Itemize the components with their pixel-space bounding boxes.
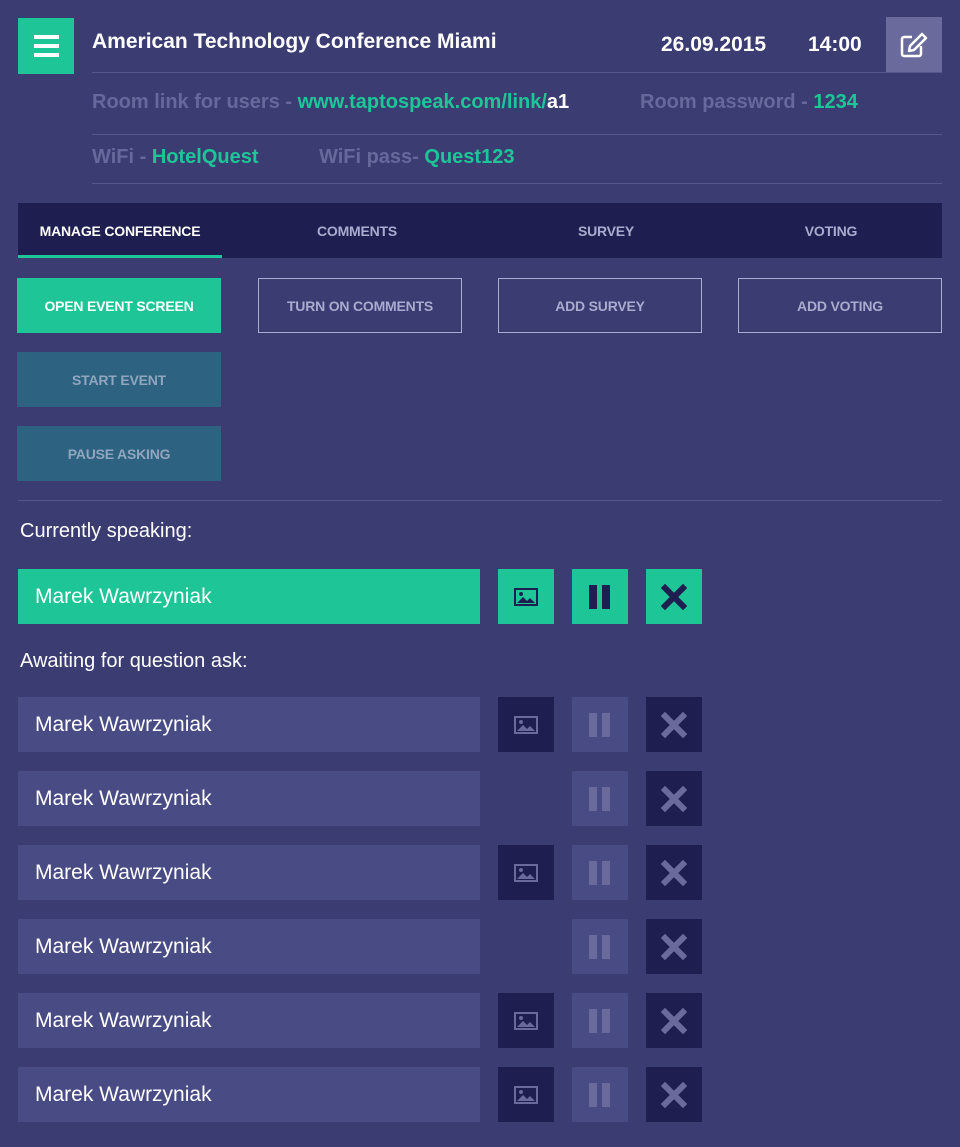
- divider: [92, 134, 942, 135]
- image-icon: [514, 1011, 538, 1030]
- currently-speaking-label: Currently speaking:: [20, 520, 193, 542]
- divider: [92, 183, 942, 184]
- close-icon: [661, 1007, 687, 1034]
- awaiting-image-button[interactable]: [498, 697, 554, 752]
- turn-on-comments-button[interactable]: TURN ON COMMENTS: [258, 278, 462, 333]
- add-voting-button[interactable]: ADD VOTING: [738, 278, 942, 333]
- current-image-button[interactable]: [498, 569, 554, 624]
- room-password-label: Room password -: [640, 91, 814, 113]
- conference-date: 26.09.2015: [661, 33, 767, 56]
- pencil-square-icon: [900, 32, 928, 58]
- room-info-row: Room link for users - www.taptospeak.com…: [92, 91, 569, 114]
- current-pause-button[interactable]: [572, 569, 628, 624]
- menu-button[interactable]: [18, 18, 74, 74]
- awaiting-remove-button[interactable]: [646, 919, 702, 974]
- wifi-pass-row: WiFi pass- Quest123: [319, 146, 514, 169]
- pause-icon: [589, 934, 610, 959]
- pause-icon: [589, 712, 610, 737]
- awaiting-speaker-name: Marek Wawrzyniak: [18, 771, 480, 826]
- awaiting-remove-button[interactable]: [646, 993, 702, 1048]
- divider: [92, 72, 942, 73]
- tab-voting[interactable]: VOTING: [720, 203, 942, 258]
- room-link-url[interactable]: www.taptospeak.com/link/: [298, 91, 547, 113]
- room-link-id: a1: [546, 91, 570, 113]
- awaiting-image-button[interactable]: [498, 993, 554, 1048]
- awaiting-speaker-name: Marek Wawrzyniak: [18, 697, 480, 752]
- awaiting-remove-button[interactable]: [646, 771, 702, 826]
- conference-title: American Technology Conference Miami: [92, 30, 497, 53]
- close-icon: [661, 711, 687, 738]
- image-icon: [514, 863, 538, 882]
- current-remove-button[interactable]: [646, 569, 702, 624]
- current-speaker-name: Marek Wawrzyniak: [18, 569, 480, 624]
- start-event-button[interactable]: START EVENT: [17, 352, 221, 407]
- awaiting-pause-button[interactable]: [572, 697, 628, 752]
- tab-bar: MANAGE CONFERENCE COMMENTS SURVEY VOTING: [18, 203, 942, 258]
- pause-icon: [589, 786, 610, 811]
- wifi-pass-value: Quest123: [424, 146, 515, 168]
- close-icon: [661, 785, 687, 812]
- tab-survey[interactable]: SURVEY: [492, 203, 720, 258]
- wifi-name: HotelQuest: [151, 146, 259, 168]
- add-survey-button[interactable]: ADD SURVEY: [498, 278, 702, 333]
- hamburger-menu-icon: [33, 35, 59, 39]
- conference-time: 14:00: [808, 33, 862, 56]
- tab-comments[interactable]: COMMENTS: [222, 203, 492, 258]
- edit-button[interactable]: [886, 17, 942, 73]
- room-link-label: Room link for users -: [92, 91, 298, 113]
- close-icon: [661, 859, 687, 886]
- open-event-screen-button[interactable]: OPEN EVENT SCREEN: [17, 278, 221, 333]
- close-icon: [661, 1081, 687, 1108]
- awaiting-remove-button[interactable]: [646, 697, 702, 752]
- awaiting-speaker-name: Marek Wawrzyniak: [18, 993, 480, 1048]
- awaiting-pause-button[interactable]: [572, 919, 628, 974]
- room-password-value: 1234: [813, 91, 858, 113]
- wifi-label: WiFi -: [92, 146, 152, 168]
- pause-icon: [589, 860, 610, 885]
- awaiting-remove-button[interactable]: [646, 1067, 702, 1122]
- pause-icon: [589, 1082, 610, 1107]
- wifi-pass-label: WiFi pass-: [319, 146, 425, 168]
- awaiting-speaker-name: Marek Wawrzyniak: [18, 845, 480, 900]
- awaiting-image-button[interactable]: [498, 845, 554, 900]
- awaiting-pause-button[interactable]: [572, 771, 628, 826]
- tab-manage-conference[interactable]: MANAGE CONFERENCE: [18, 203, 222, 258]
- pause-asking-button[interactable]: PAUSE ASKING: [17, 426, 221, 481]
- awaiting-pause-button[interactable]: [572, 993, 628, 1048]
- pause-icon: [589, 1008, 610, 1033]
- awaiting-pause-button[interactable]: [572, 1067, 628, 1122]
- awaiting-speaker-name: Marek Wawrzyniak: [18, 919, 480, 974]
- pause-icon: [589, 584, 610, 609]
- awaiting-label: Awaiting for question ask:: [20, 650, 248, 672]
- awaiting-pause-button[interactable]: [572, 845, 628, 900]
- wifi-row: WiFi - HotelQuest: [92, 146, 259, 169]
- awaiting-remove-button[interactable]: [646, 845, 702, 900]
- divider: [18, 500, 942, 501]
- close-icon: [661, 583, 687, 610]
- image-icon: [514, 715, 538, 734]
- image-icon: [514, 1085, 538, 1104]
- close-icon: [661, 933, 687, 960]
- awaiting-speaker-name: Marek Wawrzyniak: [18, 1067, 480, 1122]
- image-icon: [514, 587, 538, 606]
- room-password-row: Room password - 1234: [640, 91, 858, 114]
- awaiting-image-button[interactable]: [498, 1067, 554, 1122]
